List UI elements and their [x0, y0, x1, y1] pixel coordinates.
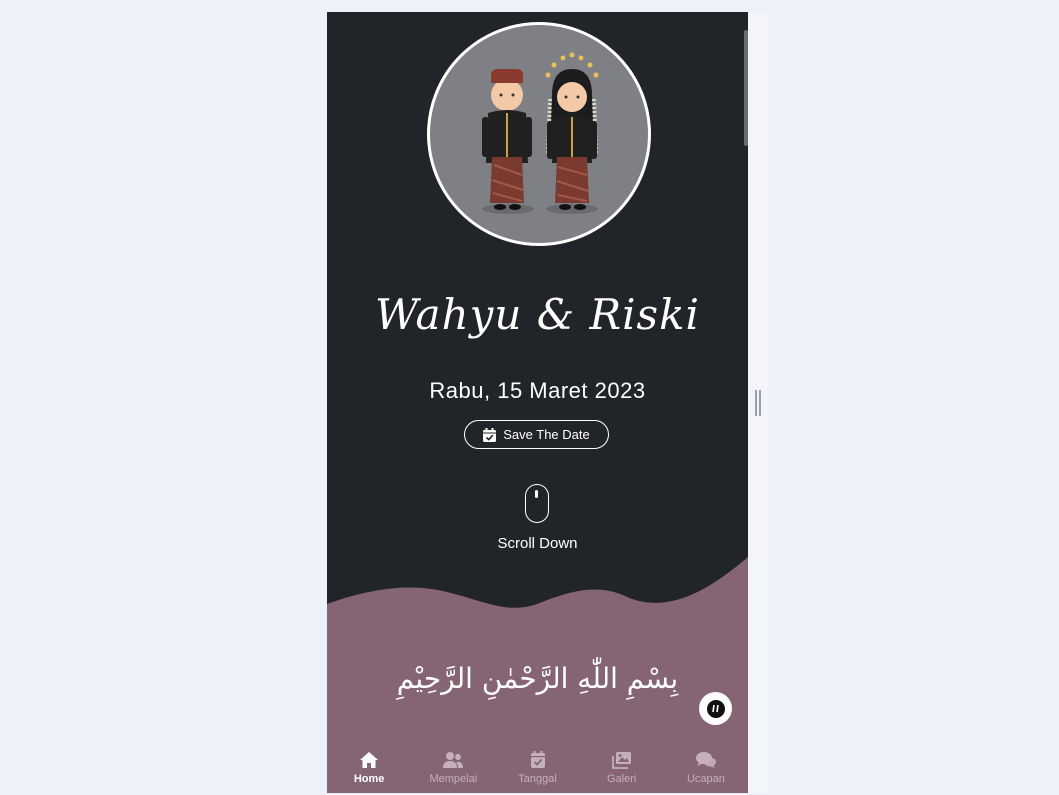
couple-names: Wahyu & Riski	[375, 290, 700, 339]
nav-item-ucapan[interactable]: Ucapan	[664, 743, 748, 793]
resize-handle[interactable]	[755, 390, 761, 416]
nav-label-tanggal: Tanggal	[518, 773, 557, 785]
save-the-date-button[interactable]: Save The Date	[464, 420, 609, 449]
calendar-check-icon	[483, 427, 497, 442]
nav-item-mempelai[interactable]: Mempelai	[411, 743, 495, 793]
music-toggle-button[interactable]	[699, 692, 732, 725]
mouse-scroll-icon	[525, 484, 549, 523]
save-the-date-label: Save The Date	[503, 427, 590, 442]
invitation-screen: Wahyu & Riski Rabu, 15 Maret 2023 Save T…	[327, 12, 748, 793]
home-icon	[360, 752, 379, 768]
basmalah-text: بِسْمِ اللّٰهِ الرَّحْمٰنِ الرَّحِيْمِ	[396, 662, 679, 695]
bottom-navigation: Home Mempelai Tanggal Galeri Ucapan	[327, 743, 748, 793]
nav-label-mempelai: Mempelai	[429, 773, 478, 785]
nav-label-ucapan: Ucapan	[686, 773, 725, 785]
nav-item-home[interactable]: Home	[327, 743, 411, 793]
nav-item-tanggal[interactable]: Tanggal	[495, 743, 579, 793]
scrollbar-thumb[interactable]	[744, 30, 748, 146]
nav-label-home: Home	[353, 773, 385, 785]
images-icon	[611, 752, 631, 769]
couple-illustration	[427, 22, 651, 246]
wedding-date: Rabu, 15 Maret 2023	[429, 378, 646, 403]
nav-label-galeri: Galeri	[607, 773, 637, 785]
pause-icon	[712, 704, 719, 713]
comments-icon	[695, 752, 716, 768]
nav-item-galeri[interactable]: Galeri	[580, 743, 664, 793]
users-icon	[443, 752, 464, 768]
scroll-down-label: Scroll Down	[497, 535, 578, 552]
calendar-check-icon	[530, 751, 545, 768]
